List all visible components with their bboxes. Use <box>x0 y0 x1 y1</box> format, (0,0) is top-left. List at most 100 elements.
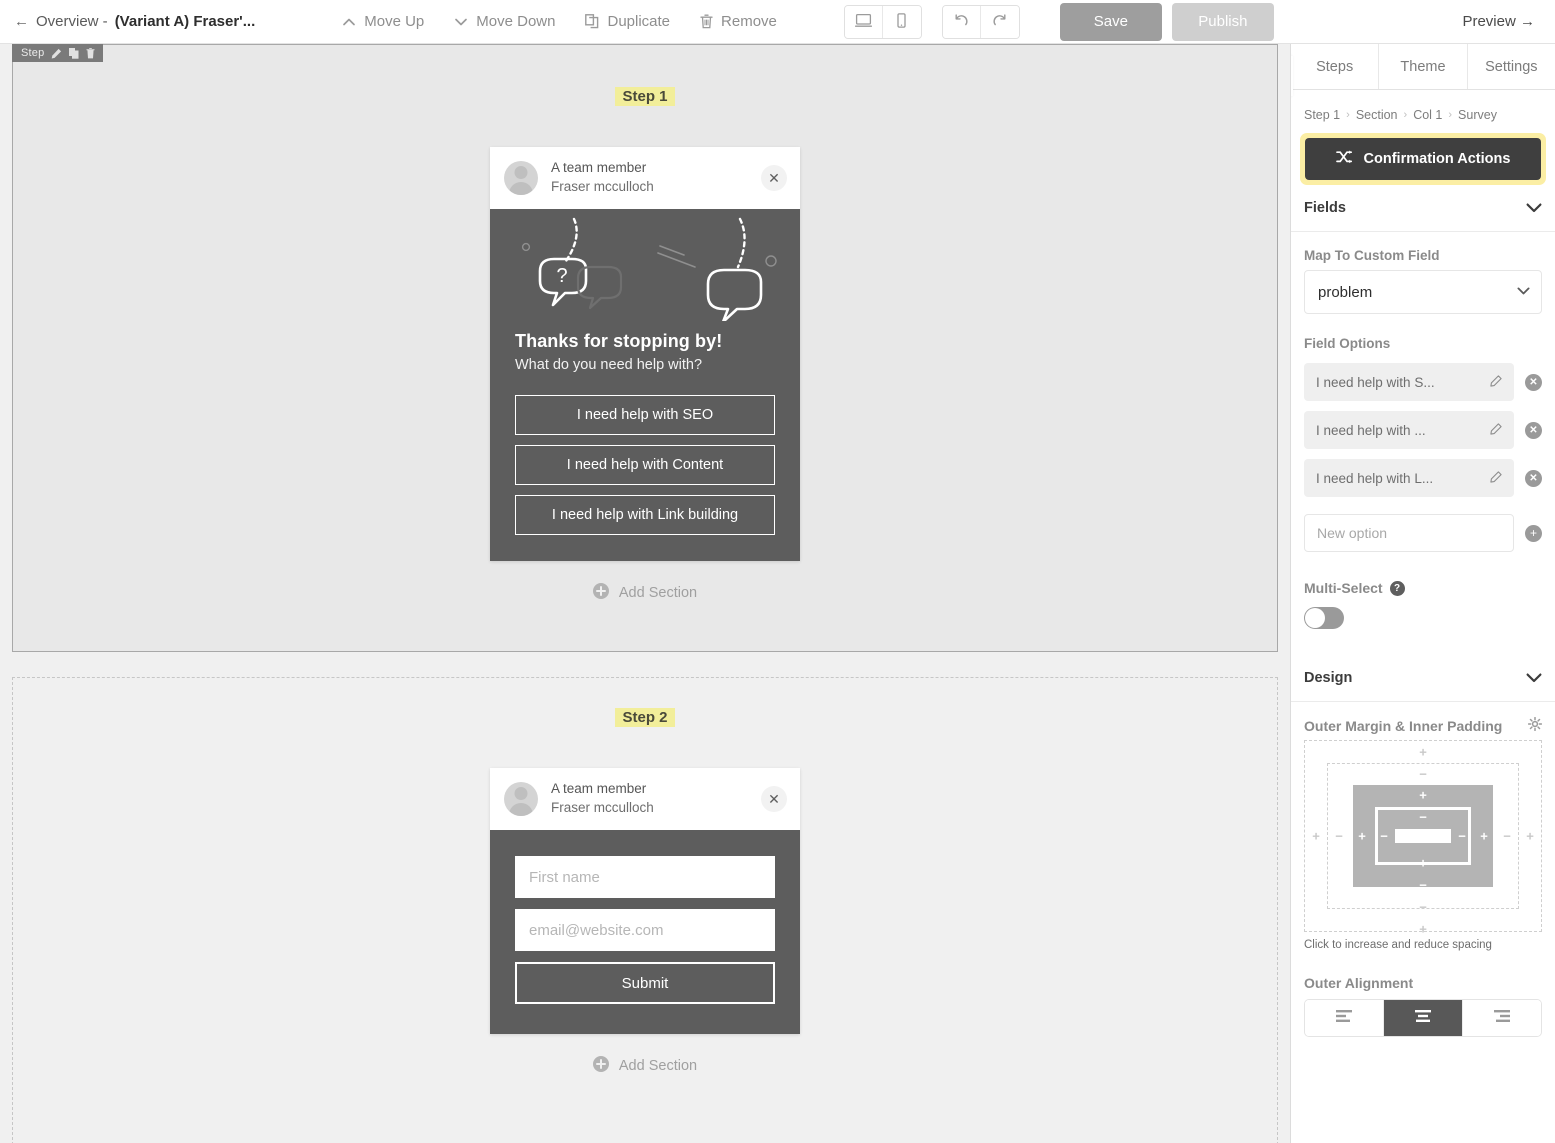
survey-option-button[interactable]: I need help with SEO <box>515 395 775 435</box>
mobile-icon <box>896 12 907 31</box>
breadcrumb-item-section[interactable]: Section <box>1356 108 1398 122</box>
field-option-pill[interactable]: I need help with S... <box>1304 363 1514 401</box>
remove-label: Remove <box>721 13 777 30</box>
field-option-text: I need help with S... <box>1316 374 1435 390</box>
popup-card-step-2[interactable]: A team member Fraser mcculloch ✕ Submit <box>490 768 800 1034</box>
survey-option-button[interactable]: I need help with Link building <box>515 495 775 535</box>
close-icon[interactable]: ✕ <box>761 786 787 812</box>
margin-right-decrease[interactable]: − <box>1503 830 1511 843</box>
margin-left-decrease[interactable]: − <box>1335 830 1343 843</box>
padding-right-decrease[interactable]: − <box>1458 830 1466 843</box>
popup-heading: Thanks for stopping by! <box>515 331 723 351</box>
step-1-container[interactable]: Step Step 1 A team member Fraser mccullo… <box>12 44 1278 652</box>
step-block-1: Step Step 1 A team member Fraser mccullo… <box>12 44 1278 652</box>
survey-option-button[interactable]: I need help with Content <box>515 445 775 485</box>
fields-accordion[interactable]: Fields <box>1291 185 1555 232</box>
move-up-button[interactable]: Move Up <box>327 7 439 36</box>
duplicate-label: Duplicate <box>607 13 671 30</box>
design-accordion[interactable]: Design <box>1291 655 1555 702</box>
trash-icon[interactable] <box>86 47 95 59</box>
close-icon[interactable]: ✕ <box>761 165 787 191</box>
field-option-row: I need help with L... ✕ <box>1304 459 1542 497</box>
add-section-button[interactable]: Add Section <box>13 583 1277 603</box>
chevron-up-icon <box>342 15 356 29</box>
submit-button[interactable]: Submit <box>515 962 775 1004</box>
back-to-overview-link[interactable]: ← Overview - (Variant A) Fraser'... <box>14 13 255 30</box>
preview-link[interactable]: Preview → <box>1462 13 1535 30</box>
question-mark-icon[interactable]: ? <box>1389 580 1405 596</box>
popup-body: Submit <box>490 830 800 1034</box>
margin-bottom-increase[interactable]: + <box>1419 923 1427 936</box>
desktop-view-button[interactable] <box>844 5 883 38</box>
remove-button[interactable]: Remove <box>685 7 792 36</box>
breadcrumb-item-step[interactable]: Step 1 <box>1304 108 1340 122</box>
right-settings-panel: Steps Theme Settings Step 1 › Section › … <box>1290 44 1555 1143</box>
shuffle-icon <box>1335 150 1353 168</box>
team-member-label: A team member <box>551 160 647 176</box>
tab-settings[interactable]: Settings <box>1468 44 1555 89</box>
duplicate-button[interactable]: Duplicate <box>570 7 685 36</box>
confirmation-actions-button[interactable]: Confirmation Actions <box>1305 138 1541 180</box>
margin-top-decrease[interactable]: − <box>1419 768 1427 781</box>
align-center-button[interactable] <box>1384 1000 1463 1036</box>
pencil-icon[interactable] <box>1490 374 1502 390</box>
field-option-row: I need help with S... ✕ <box>1304 363 1542 401</box>
margin-top-increase[interactable]: + <box>1419 746 1427 759</box>
tab-steps[interactable]: Steps <box>1291 44 1380 89</box>
padding-top-decrease[interactable]: − <box>1419 811 1427 824</box>
field-option-pill[interactable]: I need help with L... <box>1304 459 1514 497</box>
margin-bottom-decrease[interactable]: − <box>1419 901 1427 914</box>
field-option-pill[interactable]: I need help with ... <box>1304 411 1514 449</box>
pencil-icon[interactable] <box>51 48 62 59</box>
mobile-view-button[interactable] <box>882 5 921 38</box>
duplicate-icon[interactable] <box>69 47 79 59</box>
align-left-icon <box>1335 1009 1353 1028</box>
first-name-input[interactable] <box>515 856 775 898</box>
multi-select-toggle[interactable] <box>1304 607 1344 629</box>
move-down-button[interactable]: Move Down <box>439 7 570 36</box>
padding-bottom-decrease[interactable]: − <box>1419 879 1427 892</box>
plus-circle-icon[interactable]: + <box>1525 524 1542 542</box>
breadcrumb-item-col[interactable]: Col 1 <box>1413 108 1442 122</box>
gear-icon[interactable] <box>1527 716 1543 734</box>
margin-left-increase[interactable]: + <box>1312 830 1320 843</box>
padding-bottom-increase[interactable]: + <box>1419 857 1427 870</box>
spacing-label-row: Outer Margin & Inner Padding <box>1291 702 1555 740</box>
close-circle-icon[interactable]: ✕ <box>1525 373 1542 391</box>
panel-tabs: Steps Theme Settings <box>1291 44 1555 90</box>
email-input[interactable] <box>515 909 775 951</box>
pencil-icon[interactable] <box>1490 422 1502 438</box>
tab-theme[interactable]: Theme <box>1379 44 1468 89</box>
padding-left-decrease[interactable]: − <box>1380 830 1388 843</box>
add-section-button[interactable]: Add Section <box>13 1056 1277 1076</box>
popup-identity: A team member Fraser mcculloch <box>551 159 654 196</box>
padding-right-increase[interactable]: + <box>1480 830 1488 843</box>
padding-left-increase[interactable]: + <box>1358 830 1366 843</box>
popup-card-step-1[interactable]: A team member Fraser mcculloch ✕ ? Thank… <box>490 147 800 561</box>
plus-circle-icon <box>592 1056 609 1076</box>
publish-button[interactable]: Publish <box>1171 2 1274 41</box>
chevron-down-icon <box>1526 201 1542 216</box>
map-to-custom-field-select[interactable]: problem <box>1304 270 1542 314</box>
step-2-container[interactable]: Step 2 A team member Fraser mcculloch ✕ <box>12 677 1278 1143</box>
margin-right-increase[interactable]: + <box>1526 830 1534 843</box>
align-left-button[interactable] <box>1305 1000 1384 1036</box>
undo-icon <box>953 13 969 31</box>
spacing-widget[interactable]: + − + − − + − + + − + − − + − + <box>1304 740 1542 936</box>
save-button[interactable]: Save <box>1059 2 1162 41</box>
close-circle-icon[interactable]: ✕ <box>1525 469 1542 487</box>
redo-button[interactable] <box>980 5 1019 38</box>
close-circle-icon[interactable]: ✕ <box>1525 421 1542 439</box>
undo-button[interactable] <box>942 5 981 38</box>
field-option-text: I need help with L... <box>1316 470 1434 486</box>
breadcrumb-item-survey[interactable]: Survey <box>1458 108 1497 122</box>
new-option-input[interactable] <box>1304 514 1514 552</box>
popup-identity: A team member Fraser mcculloch <box>551 780 654 817</box>
panel-collapse-button[interactable] <box>1291 56 1293 96</box>
align-right-button[interactable] <box>1463 1000 1541 1036</box>
new-option-row: + <box>1291 497 1555 552</box>
breadcrumb-separator: › <box>1346 109 1350 121</box>
padding-top-increase[interactable]: + <box>1419 789 1427 802</box>
popup-header: A team member Fraser mcculloch ✕ <box>490 147 800 209</box>
pencil-icon[interactable] <box>1490 470 1502 486</box>
